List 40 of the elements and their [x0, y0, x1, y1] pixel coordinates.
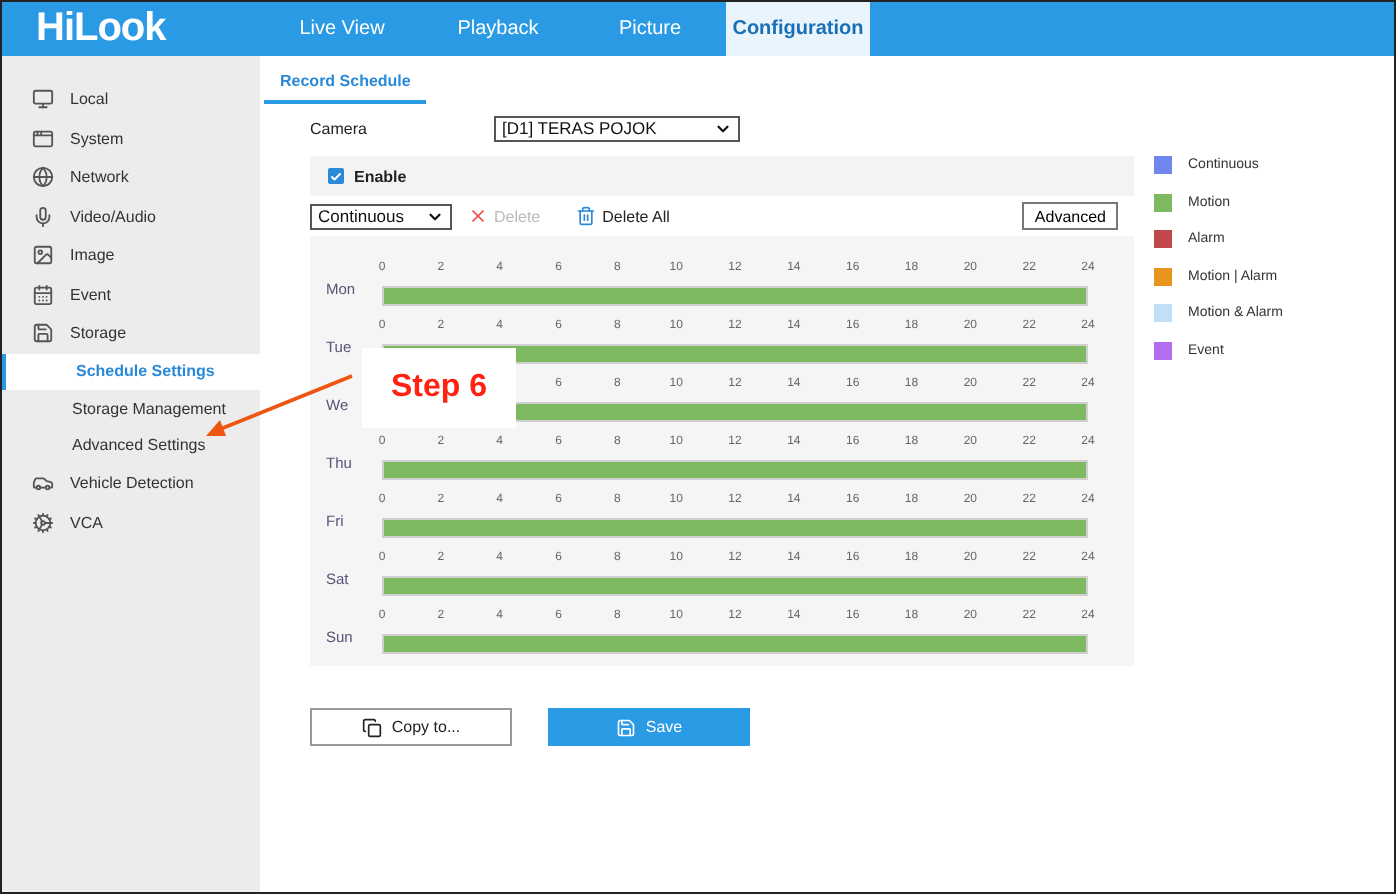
delete-all-button[interactable]: Delete All: [576, 206, 670, 226]
field-label: Camera: [310, 119, 369, 137]
sidebar-item[interactable]: Video/Audio: [2, 197, 260, 236]
image-icon: [32, 244, 54, 267]
mode-select[interactable]: Continuous: [310, 203, 452, 229]
sidebar-subitem[interactable]: Advanced Settings: [2, 427, 260, 464]
sidebar-item[interactable]: Image: [2, 236, 260, 275]
nav-tab[interactable]: Configuration: [726, 2, 870, 56]
sidebar-item[interactable]: Vehicle Detection: [2, 464, 260, 503]
sidebar-item[interactable]: VCA: [2, 503, 260, 542]
copy-icon: [361, 717, 382, 737]
checkbox-label: Enable: [354, 167, 407, 185]
tab[interactable]: Record Schedule: [264, 64, 427, 104]
globe-icon: [32, 166, 54, 189]
step-callout-tooltip: Step 6: [362, 348, 516, 428]
sidebar-item[interactable]: Event: [2, 275, 260, 314]
sidebar-subitem[interactable]: Storage Management: [2, 390, 260, 427]
schedule-bar[interactable]: [382, 518, 1088, 538]
schedule-bar[interactable]: [382, 576, 1088, 596]
close-icon: [468, 206, 488, 226]
schedule-bar[interactable]: [382, 634, 1088, 654]
logo: HiLook: [34, 4, 169, 54]
gear-icon: [32, 511, 54, 534]
schedule-bar[interactable]: [382, 460, 1088, 480]
microphone-icon: [32, 205, 54, 228]
copy-button[interactable]: Copy to...: [310, 708, 512, 746]
sidebar-item[interactable]: Local: [2, 80, 260, 119]
camera-select[interactable]: [D1] TERAS POJOK: [494, 115, 740, 141]
advanced-button[interactable]: Advanced: [1022, 202, 1118, 230]
checkbox[interactable]: [328, 168, 344, 184]
calendar-icon: [32, 283, 54, 306]
sidebar-subitem[interactable]: Schedule Settings: [2, 353, 260, 390]
sidebar-item[interactable]: Network: [2, 158, 260, 197]
monitor-icon: [32, 88, 54, 111]
sidebar-item[interactable]: System: [2, 119, 260, 158]
trash-icon: [576, 206, 597, 226]
sidebar-item[interactable]: Storage: [2, 314, 260, 353]
schedule-bar[interactable]: [382, 286, 1088, 306]
car-icon: [32, 472, 54, 495]
window-icon: [32, 127, 54, 150]
